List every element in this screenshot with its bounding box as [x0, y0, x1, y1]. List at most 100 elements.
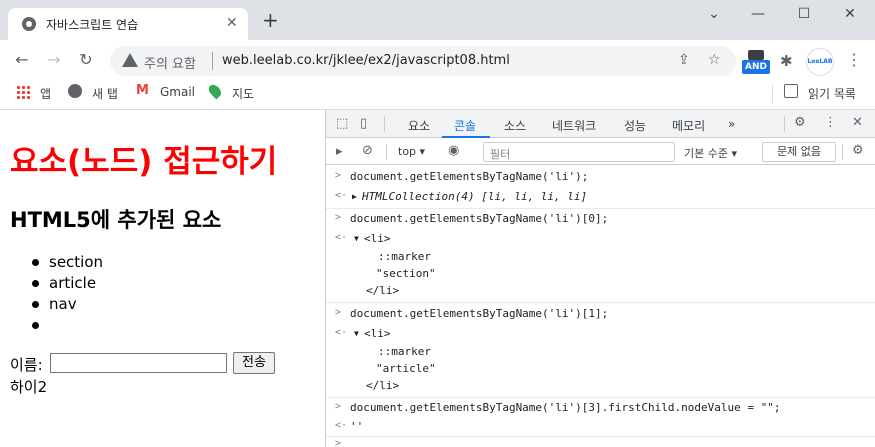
- dom-close-tag: </li>: [366, 379, 400, 392]
- close-tab-icon[interactable]: ✕: [226, 15, 238, 31]
- back-button[interactable]: ←: [12, 50, 32, 69]
- console-command: document.getElementsByTagName('li')[1];: [350, 307, 609, 320]
- tab-sources[interactable]: 소스: [504, 117, 526, 134]
- and-extension-button[interactable]: AND: [742, 50, 770, 74]
- tab-memory[interactable]: 메모리: [672, 117, 705, 134]
- collapse-triangle-icon[interactable]: ▼: [354, 329, 359, 338]
- share-icon[interactable]: ⇪: [678, 52, 690, 68]
- bookmark-maps[interactable]: 지도: [232, 85, 254, 102]
- omnibox-divider: [212, 52, 213, 70]
- console-separator: [326, 302, 875, 303]
- section-heading: HTML5에 추가된 요소: [10, 208, 222, 232]
- reading-list-button[interactable]: 읽기 목록: [808, 85, 856, 102]
- and-extension-label: AND: [742, 60, 770, 74]
- submit-button[interactable]: 전송: [233, 352, 275, 374]
- settings-gear-icon[interactable]: ⚙: [794, 115, 806, 130]
- dom-marker: ::marker: [378, 345, 431, 358]
- log-levels-label: 기본 수준: [684, 147, 728, 160]
- show-sidebar-icon[interactable]: ▸: [336, 144, 343, 159]
- browser-menu-icon[interactable]: ⋮: [846, 50, 862, 69]
- list-item: [32, 315, 103, 336]
- console-filter-input[interactable]: 필터: [483, 142, 675, 162]
- result-arrow-icon: <·: [335, 420, 348, 431]
- bookmarks-bar: 앱 새 탭 Gmail 지도 읽기 목록: [0, 80, 875, 110]
- security-label[interactable]: 주의 요함: [144, 53, 196, 72]
- more-tabs-button[interactable]: »: [728, 117, 735, 131]
- tab-network[interactable]: 네트워크: [552, 117, 596, 134]
- log-levels-dropdown[interactable]: 기본 수준 ▾: [684, 145, 737, 161]
- console-separator: [326, 436, 875, 437]
- console-result[interactable]: HTMLCollection(4) [li, li, li, li]: [362, 190, 587, 203]
- globe-icon: [68, 84, 82, 98]
- dom-text-node: "section": [376, 267, 436, 280]
- dom-open-tag[interactable]: <li>: [364, 327, 391, 340]
- bookmark-apps[interactable]: 앱: [40, 85, 51, 102]
- dom-close-tag: </li>: [366, 284, 400, 297]
- tab-search-icon[interactable]: ⌄: [704, 6, 724, 22]
- input-chevron-icon: >: [335, 307, 342, 318]
- console-settings-gear-icon[interactable]: ⚙: [852, 143, 864, 158]
- input-chevron-icon: >: [335, 401, 342, 412]
- warning-icon: [122, 53, 138, 67]
- output-text: 하이2: [10, 378, 48, 396]
- console-command: document.getElementsByTagName('li')[3].f…: [350, 401, 781, 414]
- active-tab-indicator: [442, 136, 490, 138]
- tab-performance[interactable]: 성능: [624, 117, 646, 134]
- inspect-element-icon[interactable]: ⬚: [336, 116, 348, 131]
- console-output[interactable]: > document.getElementsByTagName('li'); <…: [326, 166, 875, 447]
- browser-tab[interactable]: 자바스크립트 연습 ✕: [8, 8, 248, 40]
- forward-button[interactable]: →: [44, 50, 64, 69]
- printer-icon: [748, 50, 764, 60]
- new-tab-button[interactable]: +: [262, 10, 279, 30]
- globe-icon: [22, 17, 36, 31]
- reload-button[interactable]: ↻: [76, 50, 96, 69]
- clear-console-icon[interactable]: ⊘: [362, 143, 373, 158]
- devtools-divider: [784, 116, 785, 132]
- bookmark-gmail[interactable]: Gmail: [160, 85, 195, 99]
- devtools-menu-icon[interactable]: ⋮: [824, 115, 837, 130]
- reading-list-icon: [784, 84, 798, 98]
- tab-title: 자바스크립트 연습: [46, 18, 139, 32]
- dom-open-tag[interactable]: <li>: [364, 232, 391, 245]
- element-list: section article nav: [32, 252, 103, 336]
- url-text[interactable]: web.leelab.co.kr/jklee/ex2/javascript08.…: [222, 53, 510, 68]
- maximize-button[interactable]: ☐: [794, 6, 814, 22]
- context-label: top: [398, 145, 417, 158]
- gmail-icon: M: [136, 83, 149, 98]
- bookmarks-divider: [772, 85, 773, 103]
- bookmark-new-tab[interactable]: 새 탭: [92, 85, 118, 102]
- devtools-panel: ⬚ ▯ 요소 콘솔 소스 네트워크 성능 메모리 » ⚙ ⋮ ✕ ▸ ⊘ top…: [325, 110, 875, 447]
- filter-divider: [842, 144, 843, 160]
- bookmark-star-icon[interactable]: ☆: [708, 52, 721, 68]
- address-bar[interactable]: 주의 요함 web.leelab.co.kr/jklee/ex2/javascr…: [110, 46, 736, 76]
- tab-console[interactable]: 콘솔: [454, 117, 476, 134]
- expand-triangle-icon[interactable]: ▶: [352, 192, 357, 201]
- device-toolbar-icon[interactable]: ▯: [360, 116, 367, 131]
- result-arrow-icon: <·: [335, 232, 348, 243]
- live-expression-eye-icon[interactable]: ◉: [448, 143, 459, 158]
- context-selector[interactable]: top ▾: [398, 145, 425, 158]
- name-label: 이름:: [10, 356, 43, 374]
- close-devtools-icon[interactable]: ✕: [852, 115, 863, 130]
- collapse-triangle-icon[interactable]: ▼: [354, 234, 359, 243]
- console-result: '': [350, 420, 364, 433]
- console-filter-bar: ▸ ⊘ top ▾ ◉ 필터 기본 수준 ▾ 문제 없음 ⚙: [326, 139, 875, 165]
- tab-elements[interactable]: 요소: [408, 117, 430, 134]
- devtools-divider: [384, 116, 385, 132]
- name-input[interactable]: [50, 353, 227, 373]
- list-item: article: [32, 273, 103, 294]
- console-separator: [326, 208, 875, 209]
- issues-button[interactable]: 문제 없음: [762, 142, 836, 162]
- dom-text-node: "article": [376, 362, 436, 375]
- input-chevron-icon: >: [335, 212, 342, 223]
- extensions-puzzle-icon[interactable]: ✱: [780, 52, 793, 70]
- console-separator: [326, 397, 875, 398]
- minimize-button[interactable]: —: [748, 6, 768, 22]
- devtools-tab-bar: ⬚ ▯ 요소 콘솔 소스 네트워크 성능 메모리 » ⚙ ⋮ ✕: [326, 110, 875, 138]
- result-arrow-icon: <·: [335, 327, 348, 338]
- console-command: document.getElementsByTagName('li');: [350, 170, 589, 183]
- dom-marker: ::marker: [378, 250, 431, 263]
- leelab-profile-avatar[interactable]: LeeLAB: [806, 48, 834, 76]
- page-viewport: 요소(노드) 접근하기 HTML5에 추가된 요소 section articl…: [0, 110, 325, 447]
- close-window-button[interactable]: ✕: [840, 6, 860, 22]
